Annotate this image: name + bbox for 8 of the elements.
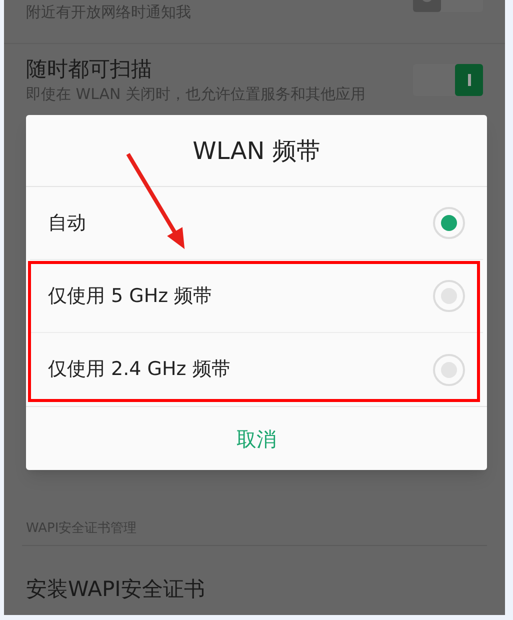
- radio-option[interactable]: 仅使用 2.4 GHz 频带: [30, 333, 483, 406]
- radio-button: [433, 207, 465, 239]
- setting-title: 随时都可扫描: [26, 56, 153, 83]
- radio-button: [433, 280, 465, 312]
- radio-button: [433, 354, 465, 386]
- dialog-title: WLAN 频带: [192, 136, 320, 166]
- radio-option[interactable]: 仅使用 5 GHz 频带: [30, 260, 483, 333]
- toggle-switch[interactable]: [413, 64, 483, 96]
